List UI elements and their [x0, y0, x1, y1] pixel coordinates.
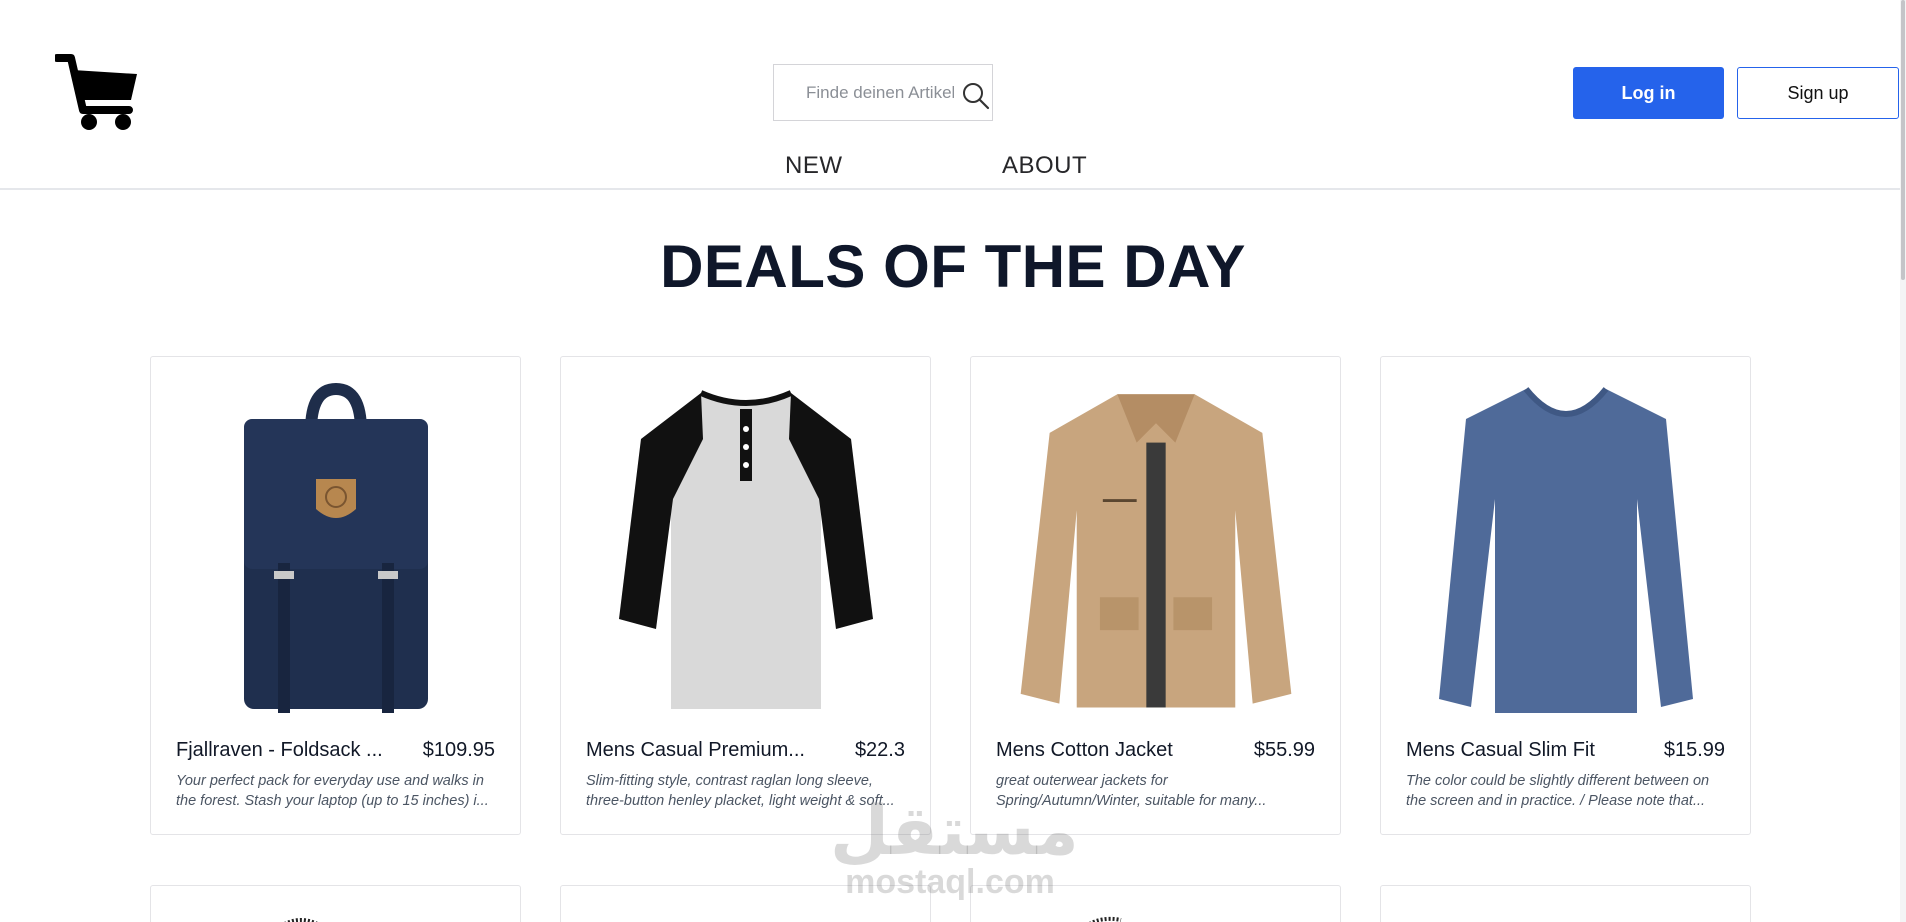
site-header: Log in Sign up NEW ABOUT	[0, 0, 1906, 190]
product-card[interactable]: Mens Cotton Jacket $55.99 great outerwea…	[970, 356, 1341, 835]
page-scrollbar[interactable]	[1900, 0, 1906, 922]
product-image-raglan-tshirt[interactable]	[601, 379, 891, 715]
product-price: $55.99	[1253, 739, 1315, 761]
search-icon[interactable]	[961, 81, 991, 111]
product-price: $15.99	[1663, 739, 1725, 761]
main-nav: NEW ABOUT	[0, 152, 1906, 182]
nav-item-new[interactable]: NEW	[785, 152, 843, 180]
page-title: DEALS OF THE DAY	[660, 233, 1246, 300]
search-input[interactable]	[774, 65, 954, 120]
product-card[interactable]	[560, 885, 931, 922]
login-button[interactable]: Log in	[1573, 67, 1724, 119]
product-image-cotton-jacket[interactable]	[1011, 379, 1301, 715]
product-description: Your perfect pack for everyday use and w…	[176, 773, 489, 809]
product-name[interactable]: Mens Casual Slim Fit	[1406, 739, 1595, 762]
product-description: great outerwear jackets for Spring/Autum…	[996, 773, 1267, 809]
product-image-backpack[interactable]	[191, 379, 481, 715]
product-card[interactable]	[1380, 885, 1751, 922]
product-image-long-sleeve-shirt[interactable]	[1421, 379, 1711, 715]
product-image-partial	[284, 918, 318, 922]
search-box	[773, 64, 993, 121]
product-card[interactable]	[970, 885, 1341, 922]
nav-item-about[interactable]: ABOUT	[1002, 152, 1087, 180]
product-price: $109.95	[422, 739, 495, 761]
product-description: The color could be slightly different be…	[1406, 773, 1710, 809]
product-name[interactable]: Mens Cotton Jacket	[996, 739, 1173, 762]
product-name[interactable]: Mens Casual Premium...	[586, 739, 805, 762]
product-card[interactable]: Mens Casual Slim Fit $15.99 The color co…	[1380, 356, 1751, 835]
product-name[interactable]: Fjallraven - Foldsack ...	[176, 739, 383, 762]
product-image-partial	[1088, 916, 1122, 922]
product-price: $22.3	[854, 739, 905, 761]
product-description: Slim-fitting style, contrast raglan long…	[586, 773, 895, 809]
product-card[interactable]: Mens Casual Premium... $22.3 Slim-fittin…	[560, 356, 931, 835]
signup-button[interactable]: Sign up	[1737, 67, 1899, 119]
scrollbar-thumb[interactable]	[1901, 0, 1905, 280]
product-card[interactable]	[150, 885, 521, 922]
product-card[interactable]: Fjallraven - Foldsack ... $109.95 Your p…	[150, 356, 521, 835]
shopping-cart-icon[interactable]	[53, 52, 141, 132]
